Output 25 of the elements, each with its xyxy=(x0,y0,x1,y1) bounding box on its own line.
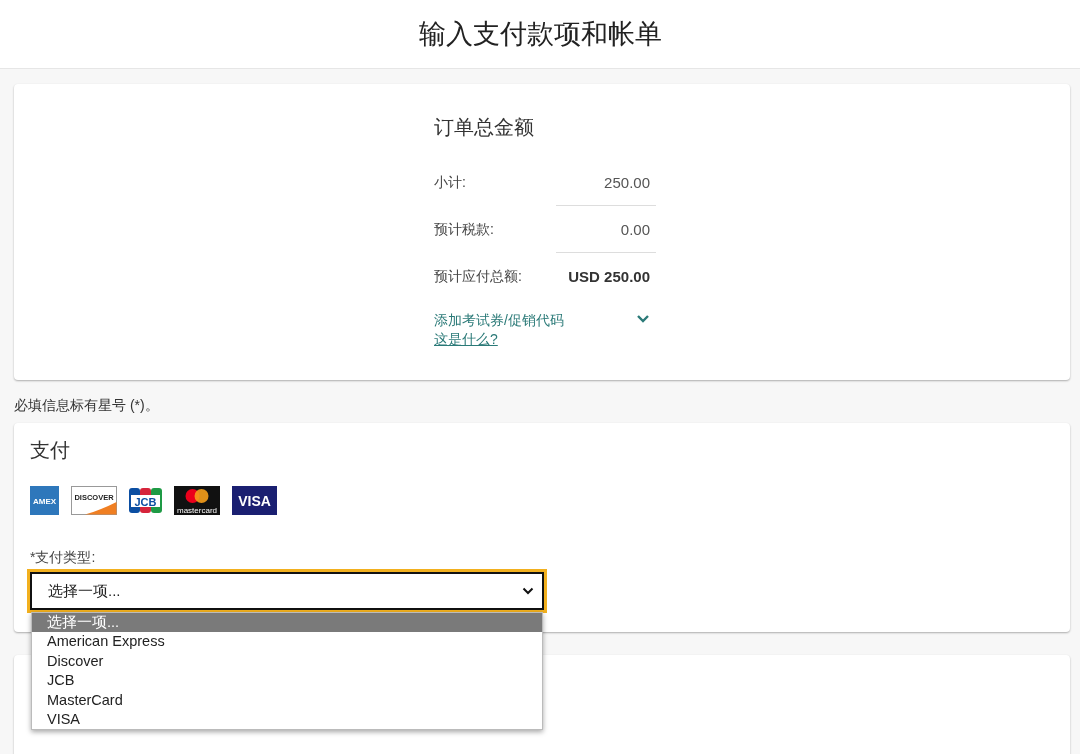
chevron-down-icon[interactable] xyxy=(636,314,650,324)
summary-value: USD 250.00 xyxy=(567,267,651,287)
visa-logo-icon: VISA xyxy=(232,486,277,515)
page-title: 输入支付款项和帐单 xyxy=(418,18,662,51)
required-note: 必填信息标有星号 (*)。 xyxy=(14,397,160,415)
payment-type-select[interactable]: 选择一项... xyxy=(30,572,544,610)
payment-type-label: *支付类型: xyxy=(30,549,97,567)
mastercard-logo-icon: mastercard xyxy=(174,486,220,515)
summary-value: 0.00 xyxy=(556,206,656,253)
summary-label: 预计税款: xyxy=(434,220,494,239)
dropdown-option[interactable]: JCB xyxy=(32,671,542,691)
promo-code-toggle[interactable]: 添加考试券/促销代码 xyxy=(434,312,564,330)
dropdown-option[interactable]: VISA xyxy=(32,710,542,730)
summary-label: 小计: xyxy=(434,173,466,192)
summary-title: 订单总金额 xyxy=(434,115,535,140)
summary-label: 预计应付总额: xyxy=(434,267,522,286)
summary-value: 250.00 xyxy=(556,159,656,206)
amex-logo-icon: AMEX xyxy=(30,486,59,515)
dropdown-option[interactable]: 选择一项... xyxy=(32,613,542,633)
dropdown-option[interactable]: Discover xyxy=(32,651,542,672)
dropdown-option[interactable]: MasterCard xyxy=(32,690,542,711)
dropdown-option[interactable]: American Express xyxy=(32,632,542,652)
help-link[interactable]: 这是什么? xyxy=(434,331,498,347)
chevron-down-icon xyxy=(522,587,534,595)
payment-title: 支付 xyxy=(30,438,71,463)
